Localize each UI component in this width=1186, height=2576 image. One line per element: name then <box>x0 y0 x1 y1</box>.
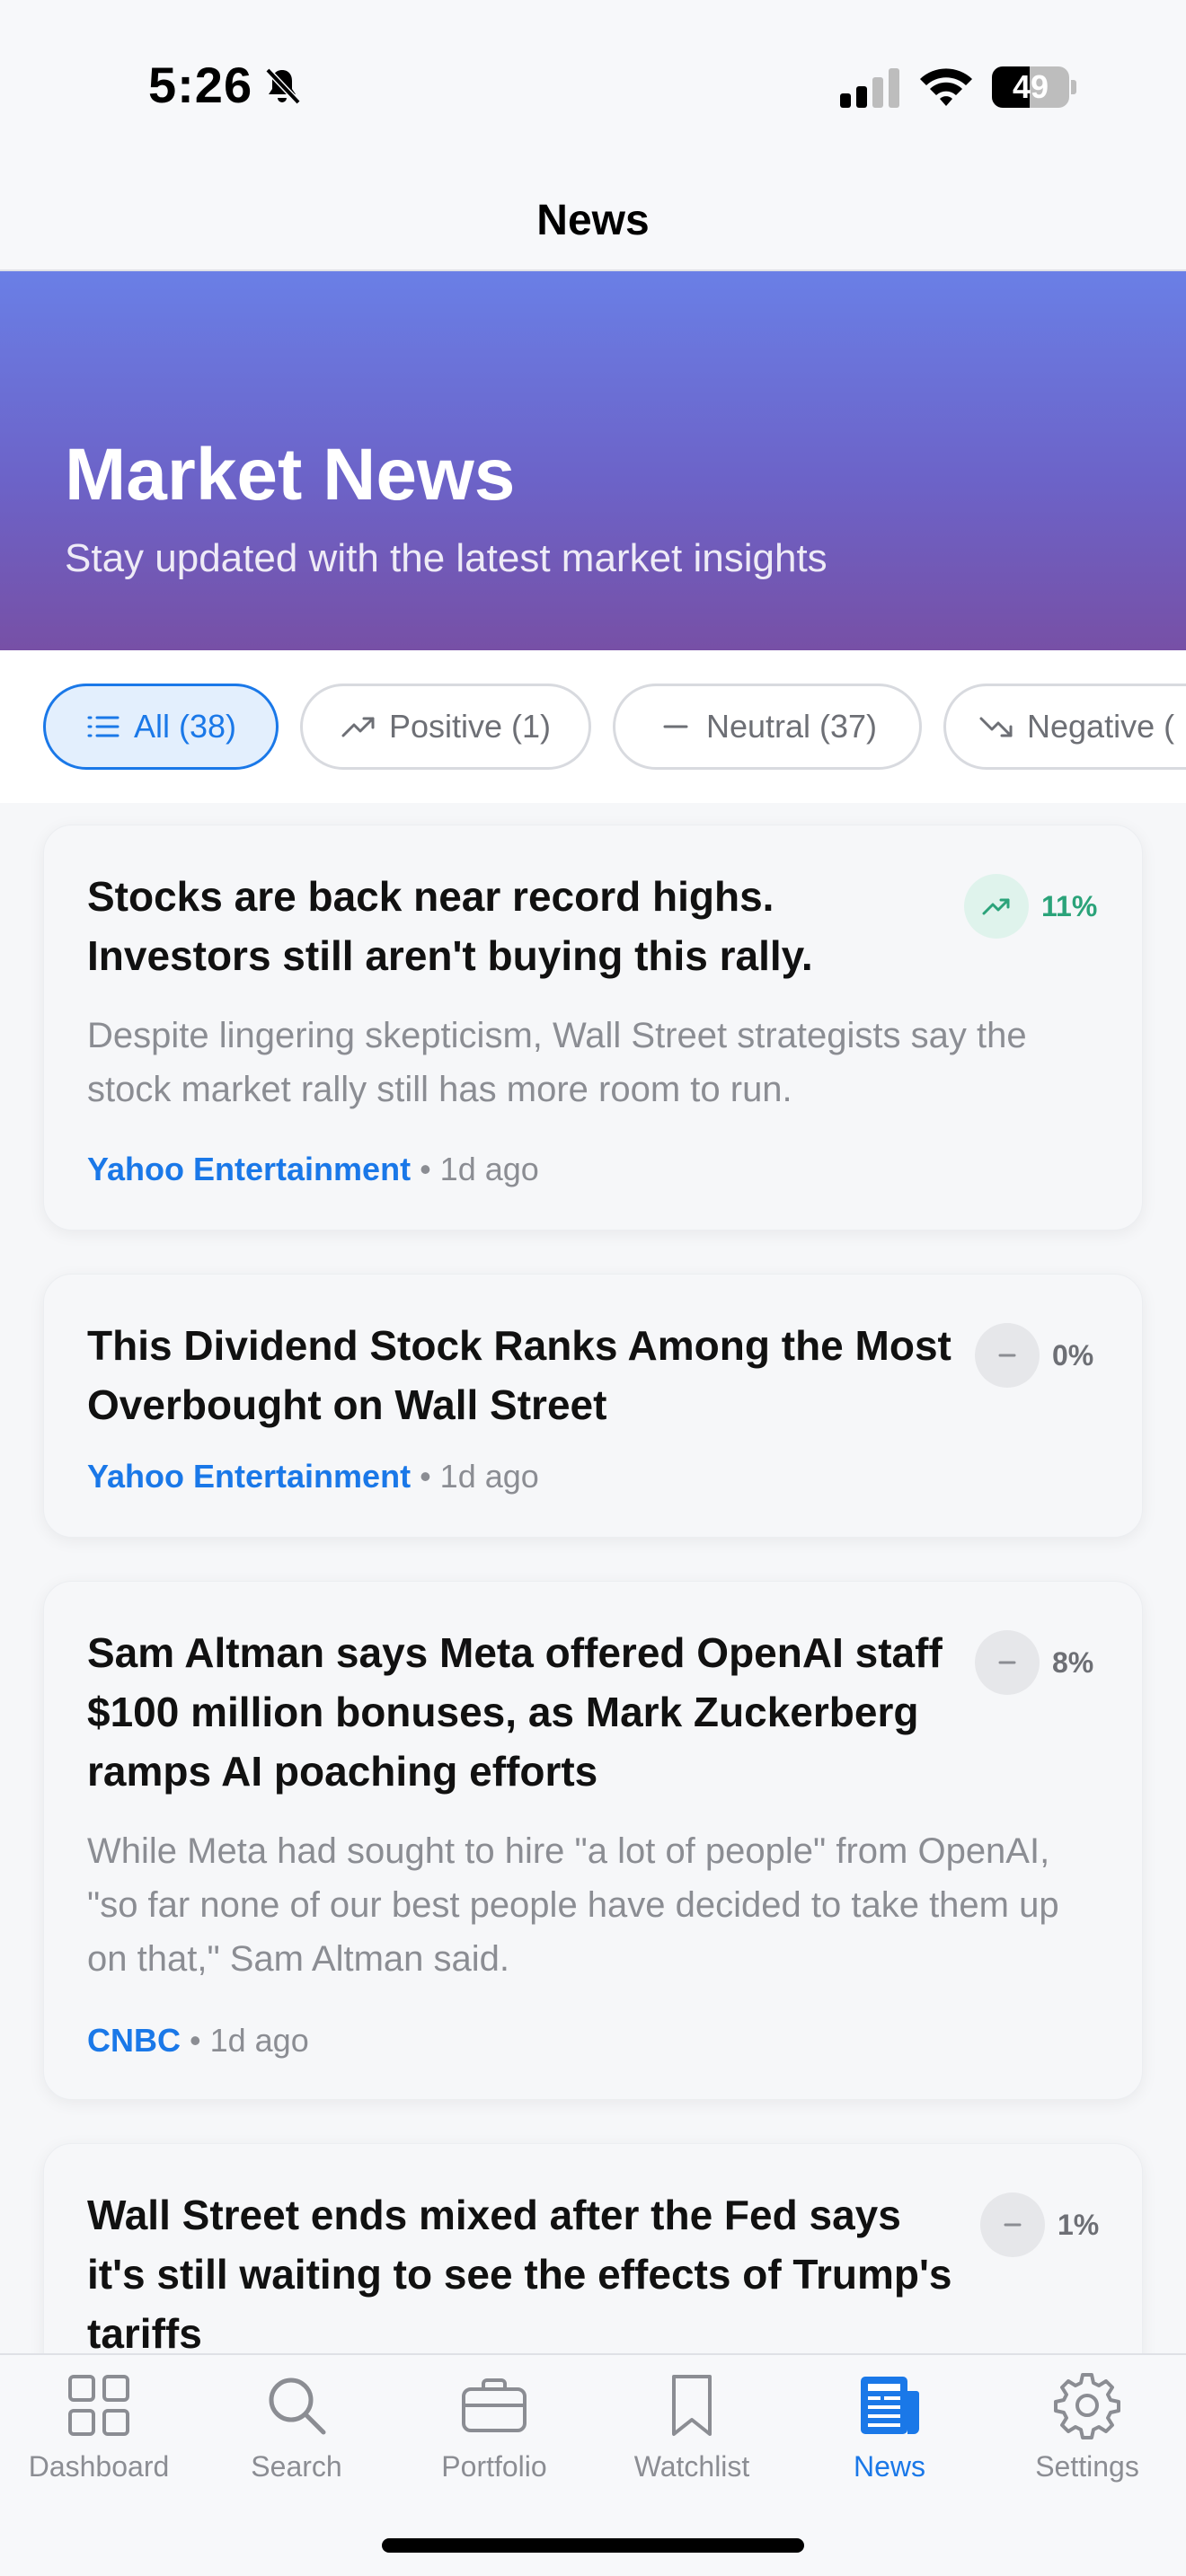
meta-separator: • <box>190 2022 201 2059</box>
tab-settings[interactable]: Settings <box>988 2371 1186 2483</box>
trend-up-icon <box>341 717 375 737</box>
sentiment-value: 11% <box>1041 889 1098 922</box>
filter-chip-positive[interactable]: Positive (1) <box>300 684 591 770</box>
tab-search[interactable]: Search <box>198 2371 395 2483</box>
article-title: This Dividend Stock Ranks Among the Most… <box>87 1322 951 1428</box>
grid-icon <box>68 2375 129 2436</box>
article-meta: Yahoo Entertainment • 1d ago <box>87 1458 539 1495</box>
tab-dashboard[interactable]: Dashboard <box>0 2371 198 2483</box>
meta-separator: • <box>420 1458 431 1495</box>
article-source[interactable]: Yahoo Entertainment <box>87 1151 411 1187</box>
battery-percent: 49 <box>1012 68 1049 105</box>
sentiment-filter-bar: All (38) Positive (1) Neutral (37) Negat… <box>0 650 1186 803</box>
filter-chip-neutral[interactable]: Neutral (37) <box>613 684 922 770</box>
sentiment-value: 8% <box>1052 1645 1094 1679</box>
hero-banner: Market News Stay updated with the latest… <box>0 271 1186 650</box>
sentiment-indicator: 8% <box>975 1630 1093 1695</box>
tab-label: Watchlist <box>633 2450 750 2483</box>
home-indicator <box>382 2538 804 2553</box>
tab-news[interactable]: News <box>791 2371 988 2483</box>
wifi-icon <box>920 68 972 106</box>
filter-chip-label: Positive (1) <box>388 708 552 745</box>
tab-label: Settings <box>1035 2450 1139 2483</box>
nav-title: News <box>0 171 1186 271</box>
newspaper-icon <box>861 2377 919 2434</box>
status-time: 5:26 <box>148 57 253 113</box>
hero-title: Market News <box>65 434 516 516</box>
status-bar: 5:26 49 <box>0 0 1186 171</box>
briefcase-icon <box>462 2378 527 2432</box>
sentiment-indicator: 0% <box>975 1323 1093 1388</box>
battery-indicator: 49 <box>992 66 1076 108</box>
article-source[interactable]: Yahoo Entertainment <box>87 1458 411 1495</box>
meta-separator: • <box>420 1151 431 1187</box>
filter-chip-label: Neutral (37) <box>705 708 878 745</box>
article-source[interactable]: CNBC <box>87 2022 181 2059</box>
news-card[interactable]: This Dividend Stock Ranks Among the Most… <box>43 1274 1143 1538</box>
filter-chip-all[interactable]: All (38) <box>43 684 279 770</box>
article-time: 1d ago <box>209 2022 309 2059</box>
tab-label: News <box>853 2450 925 2483</box>
article-meta: Yahoo Entertainment • 1d ago <box>87 1151 539 1188</box>
article-time: 1d ago <box>439 1151 539 1187</box>
sentiment-value: 1% <box>1058 2208 1100 2241</box>
article-time: 1d ago <box>439 1458 539 1495</box>
trend-down-icon <box>979 717 1013 737</box>
news-card[interactable]: Sam Altman says Meta offered OpenAI staf… <box>43 1581 1143 2100</box>
filter-chip-label: All (38) <box>133 708 237 745</box>
article-meta: CNBC • 1d ago <box>87 2022 309 2060</box>
dash-icon <box>998 1354 1016 1357</box>
article-summary: While Meta had sought to hire "a lot of … <box>87 1831 1059 1979</box>
article-summary: Despite lingering skepticism, Wall Stree… <box>87 1016 1027 1109</box>
tab-label: Dashboard <box>28 2450 170 2483</box>
dash-icon <box>663 725 688 728</box>
gear-icon <box>1054 2373 1120 2439</box>
bookmark-icon <box>672 2375 712 2436</box>
tab-label: Portfolio <box>441 2450 547 2483</box>
news-card[interactable]: Stocks are back near record highs. Inves… <box>43 825 1143 1231</box>
dash-icon <box>1004 2223 1022 2227</box>
dash-icon <box>998 1661 1016 1664</box>
filter-chip-label: Negative ( <box>1027 708 1175 745</box>
article-title: Wall Street ends mixed after the Fed say… <box>87 2192 952 2357</box>
tab-watchlist[interactable]: Watchlist <box>593 2371 791 2483</box>
tab-portfolio[interactable]: Portfolio <box>395 2371 593 2483</box>
hero-subtitle: Stay updated with the latest market insi… <box>65 536 828 580</box>
bell-slash-icon <box>265 67 301 105</box>
tab-label: Search <box>251 2450 342 2483</box>
sentiment-indicator: 1% <box>980 2192 1099 2257</box>
sentiment-value: 0% <box>1052 1338 1094 1372</box>
list-icon <box>87 716 119 737</box>
trend-up-icon <box>982 898 1010 915</box>
sentiment-indicator: 11% <box>964 874 1097 939</box>
cellular-signal-icon <box>840 68 899 108</box>
article-title: Sam Altman says Meta offered OpenAI staf… <box>87 1629 943 1795</box>
search-icon <box>269 2378 326 2435</box>
filter-chip-negative[interactable]: Negative ( <box>943 684 1186 770</box>
article-title: Stocks are back near record highs. Inves… <box>87 873 813 979</box>
